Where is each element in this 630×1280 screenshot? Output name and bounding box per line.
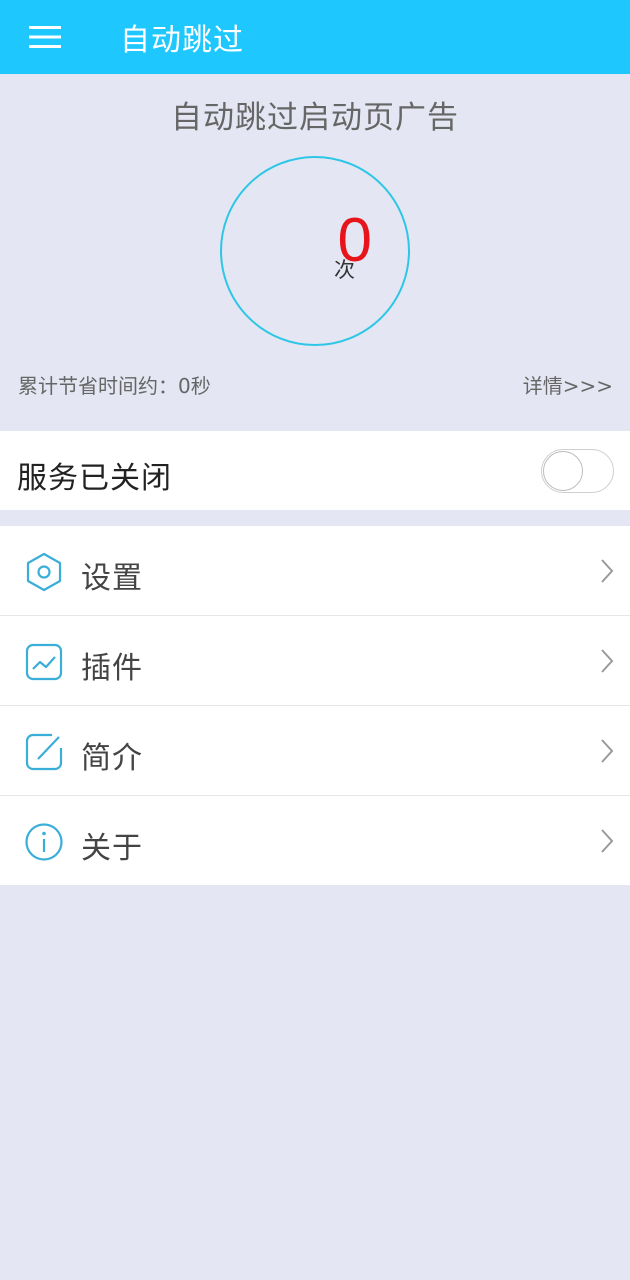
intro-edit-icon (24, 732, 64, 772)
saved-time-text: 累计节省时间约：0秒 (18, 374, 211, 398)
settings-hexagon-icon (24, 552, 64, 592)
chevron-right-icon (600, 648, 614, 674)
menu-button[interactable] (0, 0, 90, 74)
app-title: 自动跳过 (120, 23, 244, 58)
chevron-right-icon (600, 738, 614, 764)
plugin-chart-icon (24, 642, 64, 682)
skip-counter-ring: 0 次 (220, 156, 410, 346)
details-link[interactable]: 详情>>> (523, 370, 613, 399)
service-status-label: 服务已关闭 (17, 461, 172, 496)
service-status-row: 服务已关闭 (0, 431, 630, 510)
toggle-knob (543, 451, 583, 491)
menu-item-label: 简介 (81, 741, 143, 776)
chevron-right-icon (600, 828, 614, 854)
stats-title: 自动跳过启动页广告 (171, 100, 459, 136)
menu-item-plugins[interactable]: 插件 (0, 616, 630, 706)
stats-panel: 自动跳过启动页广告 0 次 累计节省时间约：0秒 详情>>> (0, 74, 630, 430)
menu-list: 设置 插件 简介 关于 (0, 526, 630, 885)
menu-item-label: 关于 (81, 831, 143, 866)
app-bar: 自动跳过 (0, 0, 630, 74)
menu-item-label: 插件 (81, 651, 143, 686)
skip-count-unit: 次 (334, 258, 355, 282)
menu-item-settings[interactable]: 设置 (0, 526, 630, 616)
about-info-icon (24, 822, 64, 862)
chevron-right-icon (600, 558, 614, 584)
service-toggle-switch[interactable] (541, 449, 614, 493)
menu-item-about[interactable]: 关于 (0, 796, 630, 885)
hamburger-menu-icon (29, 25, 61, 49)
menu-item-intro[interactable]: 简介 (0, 706, 630, 796)
menu-item-label: 设置 (81, 561, 143, 596)
